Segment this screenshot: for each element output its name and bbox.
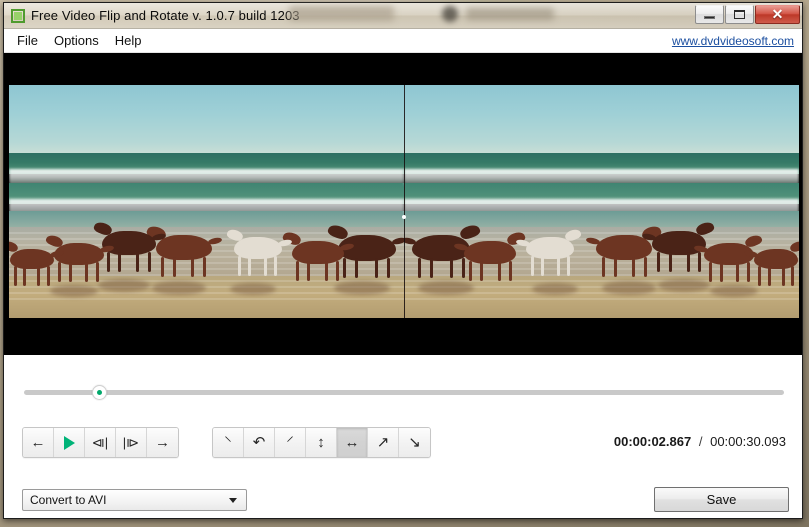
rotate-right-button[interactable]: ⸍ — [275, 428, 306, 457]
rotate-180-icon: ↶ — [253, 435, 266, 450]
transform-button-group: ⸌ ↶ ⸍ ↕ ↔ ↗ ↘ — [212, 427, 431, 458]
menu-item-options[interactable]: Options — [46, 31, 107, 50]
flip-horizontal-icon: ↔ — [345, 435, 360, 450]
flip-horizontal-button[interactable]: ↔ — [337, 428, 368, 457]
flip-diagonal-up-button[interactable]: ↗ — [368, 428, 399, 457]
seek-track[interactable] — [24, 390, 784, 395]
website-link[interactable]: www.dvdvideosoft.com — [672, 34, 794, 48]
application-window: Free Video Flip and Rotate v. 1.0.7 buil… — [3, 2, 803, 519]
controls-panel: ← ⧏| |⧐ → ⸌ ↶ ⸍ — [4, 355, 802, 518]
flip-vertical-button[interactable]: ↕ — [306, 428, 337, 457]
video-preview-area[interactable] — [4, 53, 802, 355]
arrow-right-icon: → — [155, 435, 170, 450]
close-button[interactable]: ✕ — [755, 5, 800, 24]
play-button[interactable] — [54, 428, 85, 457]
previous-frame-button[interactable]: ⧏| — [85, 428, 116, 457]
flip-diagonal-down-button[interactable]: ↘ — [399, 428, 430, 457]
arrow-left-icon: ← — [31, 435, 46, 450]
flip-diagonal-down-icon: ↘ — [408, 435, 421, 450]
step-backward-button[interactable]: ← — [23, 428, 54, 457]
chevron-down-icon — [229, 498, 237, 503]
step-forward-button[interactable]: → — [147, 428, 178, 457]
titlebar-blurred-text-2 — [466, 8, 554, 20]
skip-previous-icon: ⧏| — [92, 436, 108, 449]
menu-item-help[interactable]: Help — [107, 31, 150, 50]
video-mirrored-left-half — [9, 85, 404, 318]
center-marker — [402, 215, 406, 219]
seek-slider[interactable] — [24, 385, 784, 399]
time-separator: / — [699, 434, 703, 449]
output-format-select[interactable]: Convert to AVI — [22, 489, 247, 511]
video-frame-icon — [11, 9, 25, 23]
rotate-180-button[interactable]: ↶ — [244, 428, 275, 457]
skip-next-icon: |⧐ — [123, 436, 139, 449]
play-icon — [64, 436, 75, 450]
rotate-left-button[interactable]: ⸌ — [213, 428, 244, 457]
mirror-seam-line — [404, 85, 405, 318]
rotate-right-icon: ⸍ — [286, 435, 294, 450]
close-icon: ✕ — [772, 7, 784, 21]
minimize-icon — [704, 16, 715, 19]
titlebar-blurred-icon — [442, 6, 458, 22]
playback-button-group: ← ⧏| |⧐ → — [22, 427, 179, 458]
maximize-icon — [734, 10, 745, 19]
flip-vertical-icon: ↕ — [317, 435, 325, 450]
current-time: 00:00:02.867 — [614, 434, 691, 449]
seek-handle[interactable] — [92, 385, 107, 400]
output-format-label: Convert to AVI — [30, 493, 229, 507]
next-frame-button[interactable]: |⧐ — [116, 428, 147, 457]
maximize-button[interactable] — [725, 5, 754, 24]
flip-diagonal-up-icon: ↗ — [377, 435, 390, 450]
window-controls: ✕ — [694, 3, 800, 25]
menu-bar: File Options Help www.dvdvideosoft.com — [4, 29, 802, 53]
video-right-half — [404, 85, 799, 318]
save-button[interactable]: Save — [654, 487, 789, 512]
rotate-left-icon: ⸌ — [224, 435, 232, 450]
titlebar-blurred-text-1 — [289, 6, 394, 21]
menu-item-file[interactable]: File — [9, 31, 46, 50]
time-display: 00:00:02.867 / 00:00:30.093 — [614, 434, 786, 449]
total-time: 00:00:30.093 — [710, 434, 786, 449]
minimize-button[interactable] — [695, 5, 724, 24]
title-bar[interactable]: Free Video Flip and Rotate v. 1.0.7 buil… — [4, 3, 802, 29]
window-title: Free Video Flip and Rotate v. 1.0.7 buil… — [31, 8, 300, 23]
